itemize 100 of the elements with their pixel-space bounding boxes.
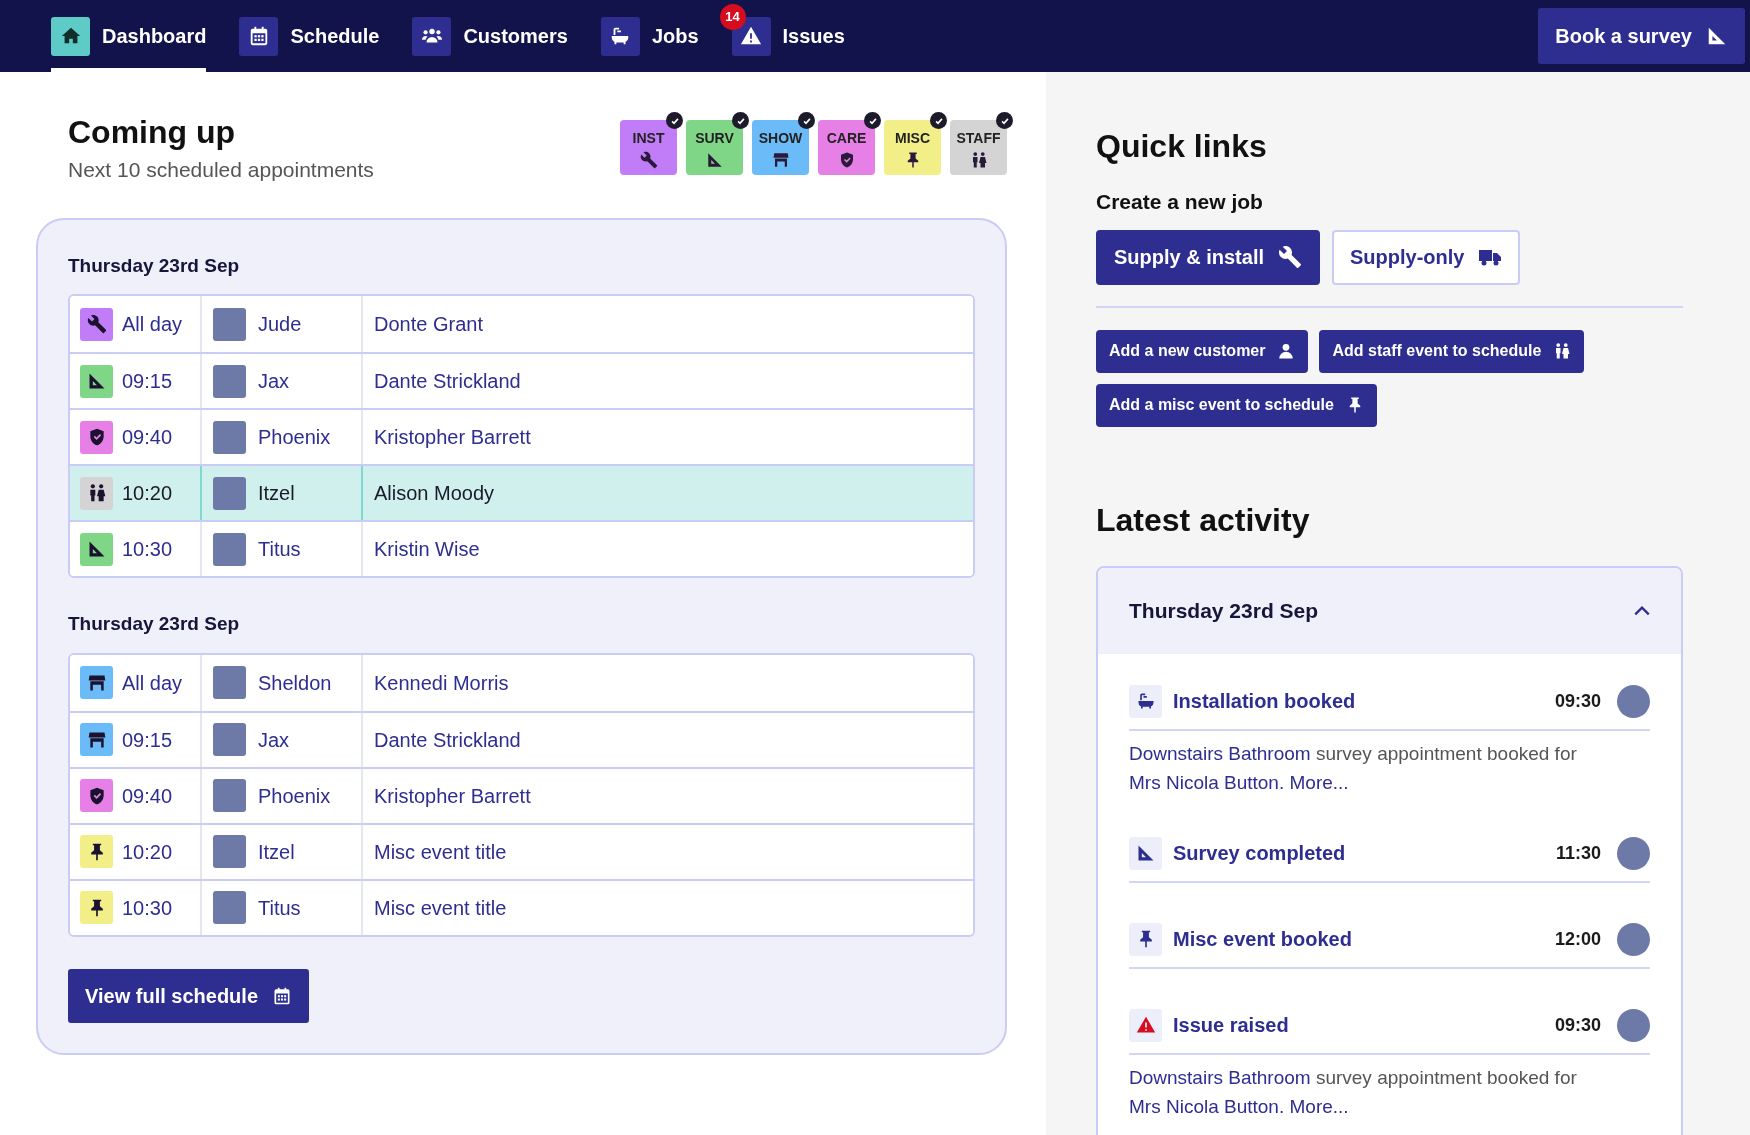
calendar-icon <box>272 985 293 1006</box>
avatar <box>213 307 246 341</box>
appointment-time: 09:40 <box>122 783 173 809</box>
appointment-row[interactable]: 10:30 Titus Misc event title <box>70 878 973 935</box>
avatar <box>213 723 246 756</box>
notification-badge: 14 <box>719 4 746 30</box>
customer-link[interactable]: Mrs Nicola Button. <box>1129 1095 1285 1117</box>
avatar <box>1617 684 1650 718</box>
activity-time: 12:00 <box>1554 927 1601 951</box>
staff-name: Sheldon <box>258 670 332 696</box>
two-people-icon <box>1553 342 1572 360</box>
filter-toggle[interactable]: STAFF <box>950 120 1007 175</box>
wrench-icon <box>86 314 107 334</box>
activity-title[interactable]: Survey completed <box>1173 838 1346 868</box>
appointment-row[interactable]: All day Sheldon Kennedi Morris <box>70 654 973 711</box>
avatar <box>213 666 246 699</box>
appointment-time: All day <box>122 312 183 337</box>
activity-description: Downstairs Bathroom survey appointment booked for Mrs Nicola Button. More... <box>1129 1065 1578 1119</box>
subsection-title: Create a new job <box>1096 189 1264 215</box>
section-title: Latest activity <box>1096 500 1311 540</box>
job-type-button[interactable]: Supply & install <box>1096 229 1321 285</box>
avatar <box>213 476 246 510</box>
quick-link-button[interactable]: Add a misc event to schedule <box>1096 383 1377 427</box>
avatar <box>213 835 246 868</box>
warning-icon <box>740 25 763 47</box>
staff-name: Jax <box>258 727 290 753</box>
view-schedule-button[interactable]: View full schedule <box>68 968 310 1023</box>
customer-name: Dante Strickland <box>374 727 521 753</box>
room-link[interactable]: Downstairs Bathroom <box>1129 742 1311 764</box>
activity-time: 09:30 <box>1554 1013 1601 1037</box>
book-survey-button[interactable]: Book a survey <box>1538 8 1745 64</box>
appointment-row[interactable]: 10:20 Itzel Alison Moody <box>70 464 973 520</box>
nav-tab[interactable]: Jobs <box>600 0 699 72</box>
quick-link-button[interactable]: Add a new customer <box>1096 329 1309 373</box>
customer-name: Misc event title <box>374 839 507 865</box>
activity-title[interactable]: Issue raised <box>1173 1010 1289 1040</box>
activity-description: Downstairs Bathroom survey appointment booked for Mrs Nicola Button. More... <box>1129 741 1578 795</box>
staff-name: Phoenix <box>258 425 331 450</box>
activity-time: 11:30 <box>1555 841 1601 865</box>
shop-icon <box>771 151 790 169</box>
customer-name: Kristopher Barrett <box>374 783 531 809</box>
wrench-icon <box>1278 245 1303 269</box>
customer-name: Misc event title <box>374 895 507 921</box>
staff-name: Jude <box>258 312 302 337</box>
avatar <box>213 420 246 454</box>
activity-title[interactable]: Installation booked <box>1173 686 1356 716</box>
activity-title[interactable]: Misc event booked <box>1173 924 1352 954</box>
filter-toggle[interactable]: INST <box>620 120 677 175</box>
day-accordion-header[interactable]: Thursday 23rd Sep <box>1098 567 1681 654</box>
avatar <box>213 532 246 566</box>
avatar <box>213 364 246 398</box>
section-title: Coming up <box>68 113 237 152</box>
job-type-button[interactable]: Supply-only <box>1332 229 1521 285</box>
quick-link-button[interactable]: Add staff event to schedule <box>1319 329 1585 373</box>
filter-toggle[interactable]: SURV <box>686 120 743 175</box>
appointment-row[interactable]: 09:40 Phoenix Kristopher Barrett <box>70 408 973 464</box>
staff-name: Itzel <box>258 839 295 865</box>
avatar <box>1617 1008 1650 1042</box>
avatar <box>1617 922 1650 956</box>
customer-name: Dante Strickland <box>374 369 521 394</box>
customer-name: Alison Moody <box>374 481 495 506</box>
appointment-row[interactable]: All day Jude Donte Grant <box>70 296 973 352</box>
staff-name: Titus <box>258 895 301 921</box>
date-heading: Thursday 23rd Sep <box>68 612 241 636</box>
appointment-row[interactable]: 10:30 Titus Kristin Wise <box>70 520 973 576</box>
appointment-time: 10:20 <box>122 481 173 506</box>
nav-tab[interactable]: Schedule <box>239 0 380 72</box>
more-link[interactable]: More... <box>1289 1095 1349 1117</box>
appointment-time: 10:30 <box>122 537 173 562</box>
nav-tab[interactable]: Customers <box>412 0 568 72</box>
warning-icon <box>1135 1015 1156 1035</box>
date-heading: Thursday 23rd Sep <box>68 253 241 278</box>
appointment-time: 10:30 <box>122 895 173 921</box>
customer-name: Kristin Wise <box>374 537 480 562</box>
wrench-icon <box>639 151 658 169</box>
appointment-row[interactable]: 09:15 Jax Dante Strickland <box>70 352 973 408</box>
avatar <box>213 779 246 812</box>
appointment-row[interactable]: 09:15 Jax Dante Strickland <box>70 710 973 767</box>
activity-time: 09:30 <box>1554 689 1601 713</box>
room-link[interactable]: Downstairs Bathroom <box>1129 1066 1311 1088</box>
staff-name: Jax <box>258 369 290 394</box>
nav-tab[interactable]: Issues 14 <box>719 0 845 72</box>
avatar <box>1617 836 1650 870</box>
appointment-row[interactable]: 09:40 Phoenix Kristopher Barrett <box>70 766 973 823</box>
filter-toggle[interactable]: MISC <box>884 120 941 175</box>
appointment-time: 09:15 <box>122 369 173 394</box>
avatar <box>213 891 246 924</box>
filter-toggle[interactable]: CARE <box>818 120 875 175</box>
staff-name: Phoenix <box>258 783 331 809</box>
staff-name: Titus <box>258 537 301 562</box>
customer-name: Donte Grant <box>374 312 483 337</box>
more-link[interactable]: More... <box>1289 771 1349 793</box>
appointment-row[interactable]: 10:20 Itzel Misc event title <box>70 822 973 879</box>
customer-name: Kristopher Barrett <box>374 425 531 450</box>
section-title: Quick links <box>1096 127 1268 166</box>
customer-link[interactable]: Mrs Nicola Button. <box>1129 771 1285 793</box>
appointment-time: 09:40 <box>122 425 173 450</box>
filter-toggle[interactable]: SHOW <box>752 120 809 175</box>
person-icon <box>1277 342 1296 360</box>
customer-name: Kennedi Morris <box>374 670 509 696</box>
